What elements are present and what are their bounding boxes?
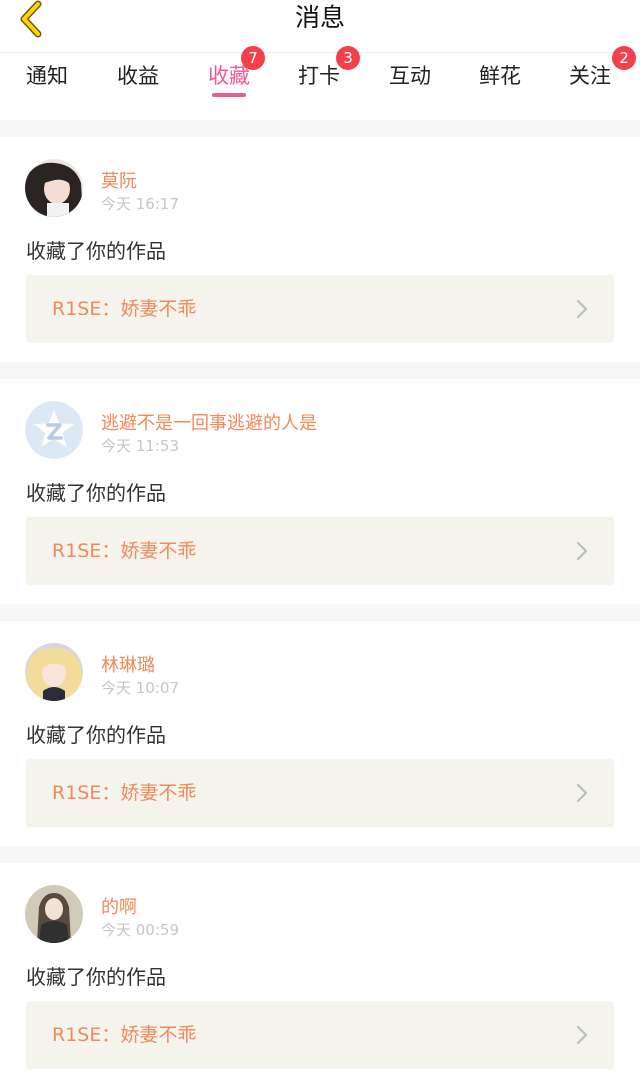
username[interactable]: 林琳璐 bbox=[101, 651, 155, 677]
timestamp: 今天 11:53 bbox=[101, 437, 179, 455]
action-text: 收藏了你的作品 bbox=[26, 239, 166, 263]
unread-badge: 3 bbox=[336, 46, 360, 70]
action-text: 收藏了你的作品 bbox=[26, 481, 166, 505]
work-link[interactable]: R1SE：娇妻不乖 bbox=[26, 275, 614, 343]
work-link[interactable]: R1SE：娇妻不乖 bbox=[26, 759, 614, 827]
section-separator bbox=[0, 604, 640, 621]
user-avatar[interactable] bbox=[25, 885, 83, 943]
chevron-right-icon bbox=[576, 1025, 588, 1045]
work-link[interactable]: R1SE：娇妻不乖 bbox=[26, 1001, 614, 1069]
unread-badge: 2 bbox=[612, 46, 636, 70]
tab-notifications[interactable]: 通知 bbox=[2, 53, 92, 119]
timestamp: 今天 16:17 bbox=[101, 195, 179, 213]
tab-label: 通知 bbox=[26, 64, 68, 88]
username[interactable]: 莫阮 bbox=[101, 167, 137, 193]
active-tab-indicator bbox=[212, 93, 246, 97]
user-avatar[interactable] bbox=[25, 401, 83, 459]
favorite-notification-card: 的啊 今天 00:59 收藏了你的作品 R1SE：娇妻不乖 bbox=[0, 863, 640, 1088]
tab-earnings[interactable]: 收益 bbox=[93, 53, 183, 119]
user-avatar[interactable] bbox=[25, 643, 83, 701]
tab-follows[interactable]: 关注 2 bbox=[545, 46, 636, 119]
timestamp: 今天 00:59 bbox=[101, 921, 179, 939]
username[interactable]: 的啊 bbox=[101, 893, 137, 919]
tab-label: 鲜花 bbox=[479, 64, 521, 88]
top-bar: 消息 bbox=[0, 0, 640, 53]
tab-label: 收益 bbox=[117, 64, 159, 88]
action-text: 收藏了你的作品 bbox=[26, 723, 166, 747]
chevron-right-icon bbox=[576, 541, 588, 561]
username[interactable]: 逃避不是一回事逃避的人是 bbox=[101, 409, 317, 435]
section-separator bbox=[0, 846, 640, 863]
section-separator bbox=[0, 362, 640, 379]
action-text: 收藏了你的作品 bbox=[26, 965, 166, 989]
favorite-notification-card: 逃避不是一回事逃避的人是 今天 11:53 收藏了你的作品 R1SE：娇妻不乖 bbox=[0, 379, 640, 604]
work-title: R1SE：娇妻不乖 bbox=[52, 298, 197, 320]
user-avatar[interactable] bbox=[25, 159, 83, 217]
work-title: R1SE：娇妻不乖 bbox=[52, 1024, 197, 1046]
tab-bar: 通知 收益 收藏 7 打卡 3 互动 鲜花 关注 2 bbox=[0, 46, 640, 119]
unread-badge: 7 bbox=[241, 46, 265, 70]
work-title: R1SE：娇妻不乖 bbox=[52, 540, 197, 562]
favorites-feed: 莫阮 今天 16:17 收藏了你的作品 R1SE：娇妻不乖 逃避不是一回事逃避的… bbox=[0, 120, 640, 1088]
tab-interaction[interactable]: 互动 bbox=[365, 53, 455, 119]
tab-label: 互动 bbox=[389, 64, 431, 88]
chevron-right-icon bbox=[576, 783, 588, 803]
section-separator bbox=[0, 120, 640, 137]
favorite-notification-card: 林琳璐 今天 10:07 收藏了你的作品 R1SE：娇妻不乖 bbox=[0, 621, 640, 846]
work-link[interactable]: R1SE：娇妻不乖 bbox=[26, 517, 614, 585]
chevron-right-icon bbox=[576, 299, 588, 319]
tab-favorites[interactable]: 收藏 7 bbox=[184, 46, 274, 119]
favorite-notification-card: 莫阮 今天 16:17 收藏了你的作品 R1SE：娇妻不乖 bbox=[0, 137, 640, 362]
tab-flowers[interactable]: 鲜花 bbox=[455, 53, 545, 119]
page-title: 消息 bbox=[294, 3, 345, 32]
timestamp: 今天 10:07 bbox=[101, 679, 179, 697]
work-title: R1SE：娇妻不乖 bbox=[52, 782, 197, 804]
tab-checkin[interactable]: 打卡 3 bbox=[274, 46, 364, 119]
